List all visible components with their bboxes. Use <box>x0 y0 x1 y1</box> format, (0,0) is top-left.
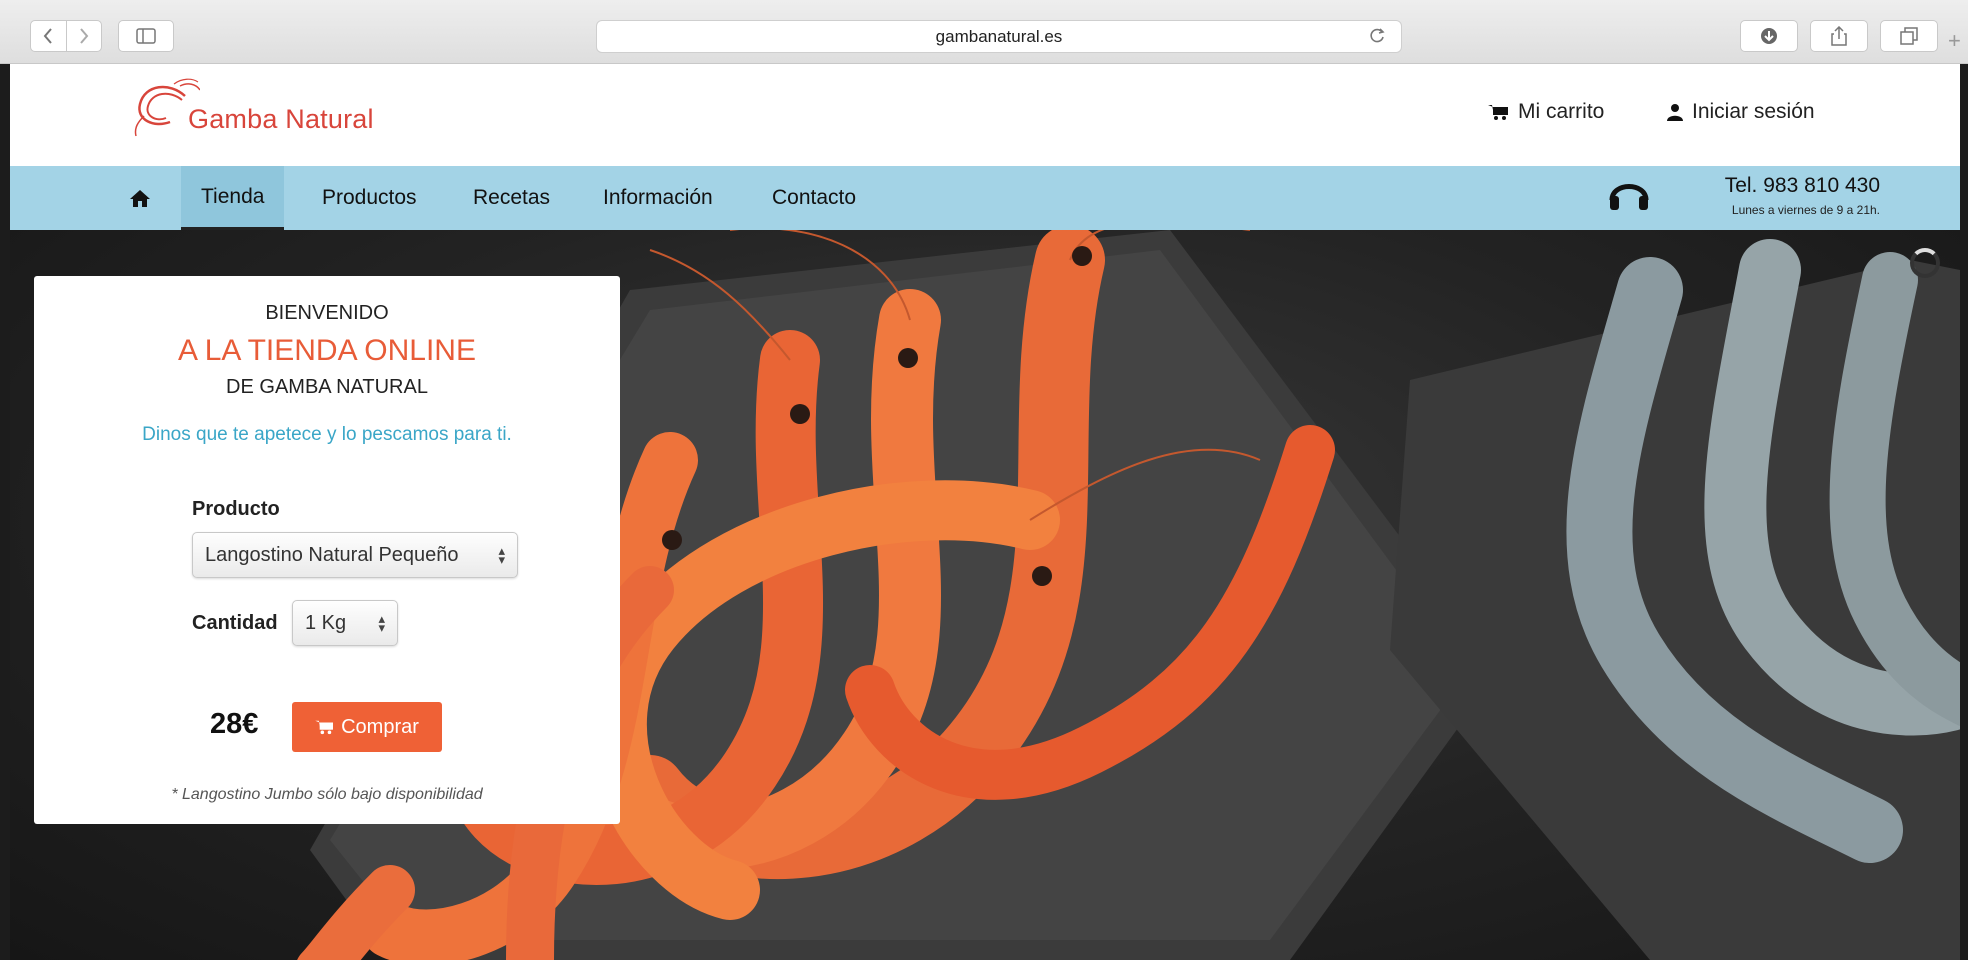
welcome-line-2: A LA TIENDA ONLINE <box>178 334 476 367</box>
nav-informacion[interactable]: Información <box>603 166 713 230</box>
url-text: gambanatural.es <box>935 26 1063 46</box>
home-icon <box>130 189 150 207</box>
phone-info: Tel. 983 810 430 Lunes a viernes de 9 a … <box>1690 174 1880 217</box>
product-select-value: Langostino Natural Pequeño <box>205 543 459 566</box>
browser-toolbar: gambanatural.es + <box>0 0 1968 64</box>
buy-button[interactable]: Comprar <box>292 702 442 752</box>
address-bar[interactable]: gambanatural.es <box>596 20 1402 53</box>
tagline: Dinos que te apetece y lo pescamos para … <box>142 424 512 445</box>
share-icon <box>1831 26 1847 46</box>
quantity-select[interactable]: 1 Kg ▴ ▾ <box>292 600 398 646</box>
cart-label: Mi carrito <box>1518 100 1605 123</box>
history-nav <box>30 20 102 52</box>
cart-link[interactable]: Mi carrito <box>1488 100 1604 124</box>
product-select[interactable]: Langostino Natural Pequeño ▴ ▾ <box>192 532 518 578</box>
price: 28€ <box>210 708 259 740</box>
download-icon <box>1761 28 1777 44</box>
login-label: Iniciar sesión <box>1692 100 1815 123</box>
loading-spinner-icon <box>1910 248 1940 278</box>
logo[interactable]: Gamba Natural <box>130 76 390 146</box>
nav-contacto[interactable]: Contacto <box>772 166 856 230</box>
reload-icon[interactable] <box>1367 26 1387 51</box>
quantity-label: Cantidad <box>192 612 278 634</box>
cart-icon <box>1488 105 1508 120</box>
main-nav: Tienda Productos Recetas Información Con… <box>10 166 1960 230</box>
nav-tienda[interactable]: Tienda <box>181 166 285 230</box>
phone-hours: Lunes a viernes de 9 a 21h. <box>1731 203 1880 217</box>
chevron-right-icon <box>79 28 89 44</box>
nav-productos[interactable]: Productos <box>322 166 417 230</box>
new-tab-icon[interactable]: + <box>1948 28 1961 54</box>
select-arrows-icon: ▴ ▾ <box>378 611 385 635</box>
downloads-button[interactable] <box>1740 20 1798 52</box>
select-arrows-icon: ▴ ▾ <box>498 543 505 567</box>
sidebar-icon <box>136 28 156 44</box>
back-button[interactable] <box>31 21 67 51</box>
cart-icon <box>315 720 334 735</box>
nav-home[interactable] <box>130 166 150 230</box>
welcome-line-1: BIENVENIDO <box>265 302 389 324</box>
buy-button-label: Comprar <box>341 715 419 738</box>
forward-button[interactable] <box>67 21 102 51</box>
product-label: Producto <box>192 498 280 520</box>
tabs-icon <box>1900 27 1918 45</box>
user-icon <box>1667 104 1683 121</box>
phone-number: Tel. 983 810 430 <box>1724 174 1880 197</box>
share-button[interactable] <box>1810 20 1868 52</box>
chevron-left-icon <box>43 28 53 44</box>
sidebar-toggle-button[interactable] <box>118 20 174 52</box>
nav-recetas[interactable]: Recetas <box>473 166 550 230</box>
headset-icon <box>1608 174 1650 219</box>
hero-banner: BIENVENIDO A LA TIENDA ONLINE DE GAMBA N… <box>10 230 1960 960</box>
quantity-select-value: 1 Kg <box>305 611 347 634</box>
login-link[interactable]: Iniciar sesión <box>1666 100 1815 124</box>
tabs-button[interactable] <box>1880 20 1938 52</box>
logo-text: Gamba Natural <box>188 104 374 134</box>
availability-note: * Langostino Jumbo sólo bajo disponibili… <box>171 786 483 803</box>
welcome-card: BIENVENIDO A LA TIENDA ONLINE DE GAMBA N… <box>34 276 620 824</box>
welcome-line-3: DE GAMBA NATURAL <box>226 376 428 398</box>
site-header: Gamba Natural Mi carrito Iniciar sesión <box>10 64 1960 166</box>
